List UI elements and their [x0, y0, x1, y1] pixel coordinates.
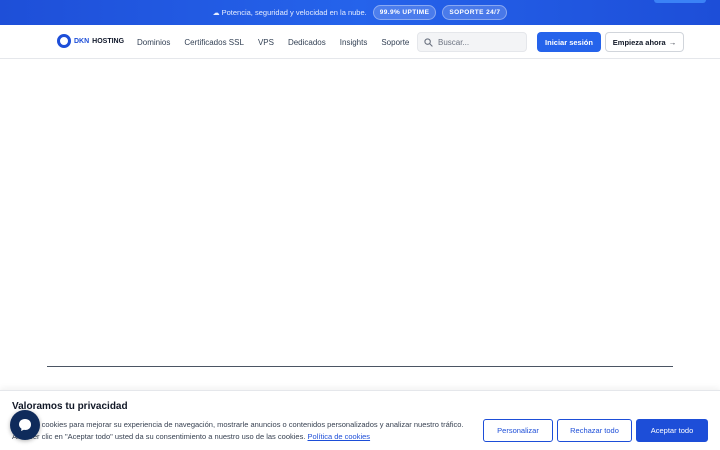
cookie-text: Usamos cookies para mejorar su experienc…: [12, 420, 464, 441]
customize-button[interactable]: Personalizar: [483, 419, 553, 442]
support-badge: SOPORTE 24/7: [442, 5, 508, 20]
accept-all-button[interactable]: Aceptar todo: [636, 419, 708, 442]
announcement-message: Potencia, seguridad y velocidad en la nu…: [221, 8, 367, 17]
announcement-bar: ☁ Potencia, seguridad y velocidad en la n…: [0, 0, 720, 25]
chat-bubble-icon: [19, 419, 31, 431]
nav-vps[interactable]: VPS: [258, 38, 274, 47]
announcement-message-wrap: ☁ Potencia, seguridad y velocidad en la n…: [213, 8, 367, 17]
nav-certificados-ssl[interactable]: Certificados SSL: [184, 38, 244, 47]
cookie-text-wrap: Usamos cookies para mejorar su experienc…: [12, 419, 470, 443]
nav-soporte[interactable]: Soporte: [381, 38, 409, 47]
logo-text-hosting: HOSTING: [92, 37, 125, 45]
main-header: DKN HOSTING Dominios Certificados SSL VPS…: [0, 25, 720, 59]
arrow-right-icon: →: [668, 37, 677, 47]
search-box[interactable]: [417, 32, 527, 52]
login-button[interactable]: Iniciar sesión: [537, 32, 601, 52]
content-divider: [47, 366, 673, 367]
primary-nav: Dominios Certificados SSL VPS Dedicados …: [137, 25, 409, 59]
site-logo[interactable]: DKN HOSTING: [57, 34, 124, 48]
get-started-label: Empieza ahora: [612, 37, 666, 47]
search-icon: [424, 37, 433, 47]
cloud-icon: ☁: [212, 10, 220, 17]
uptime-badge: 99.9% UPTIME: [372, 5, 437, 20]
topbar-corner-tab: [654, 0, 706, 3]
chat-launcher[interactable]: [10, 410, 40, 440]
nav-dominios[interactable]: Dominios: [137, 38, 170, 47]
cookie-policy-link[interactable]: Política de cookies: [308, 432, 371, 441]
nav-insights[interactable]: Insights: [340, 38, 368, 47]
logo-text-dkn: DKN: [74, 37, 90, 45]
reject-all-button[interactable]: Rechazar todo: [557, 419, 632, 442]
search-input[interactable]: [438, 37, 524, 47]
logo-mark-icon: [57, 34, 71, 48]
nav-dedicados[interactable]: Dedicados: [288, 38, 326, 47]
get-started-button[interactable]: Empieza ahora →: [605, 32, 684, 52]
cookie-banner: Valoramos tu privacidad Usamos cookies p…: [0, 390, 720, 450]
